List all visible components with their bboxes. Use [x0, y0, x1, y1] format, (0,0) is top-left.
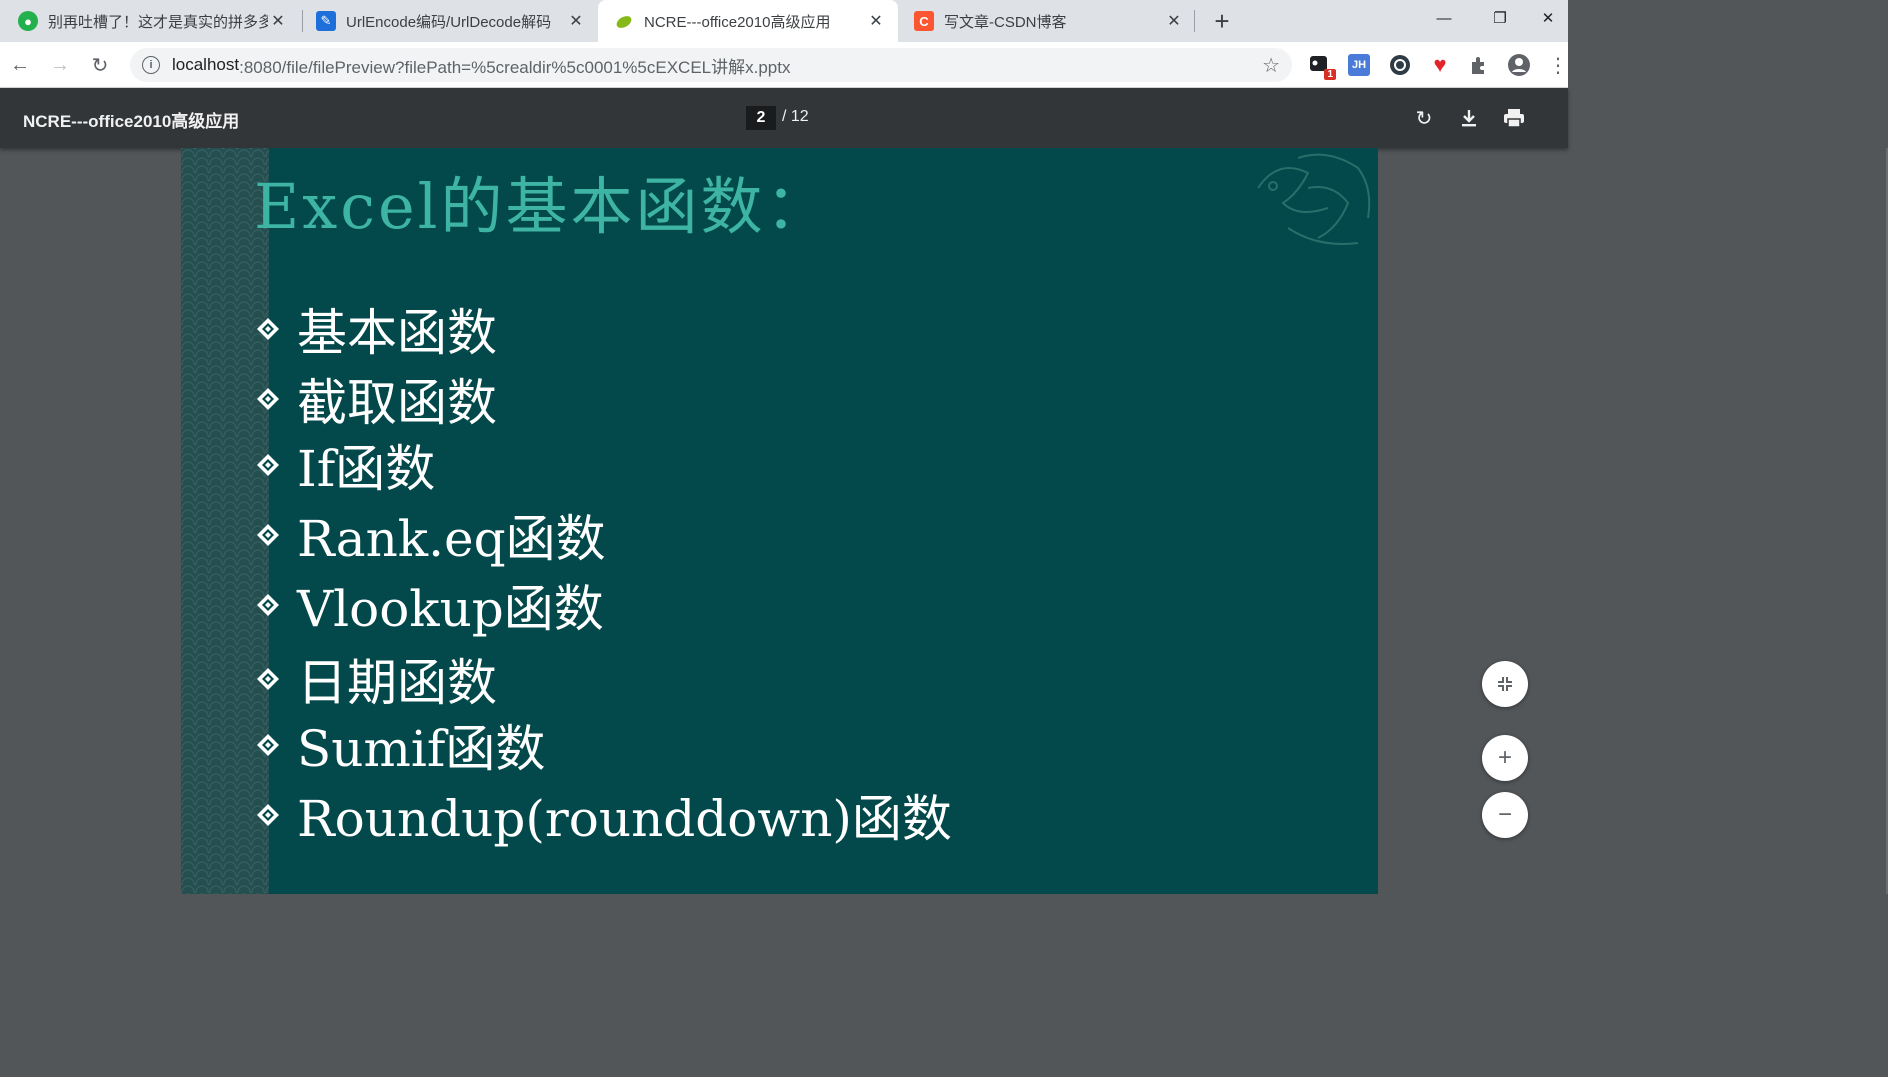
info-icon[interactable]: i [142, 56, 160, 74]
menu-kebab-icon[interactable]: ⋮ [1546, 53, 1570, 77]
diamond-bullet-icon [256, 733, 280, 757]
pencil-icon: ✎ [316, 11, 336, 31]
address-bar[interactable]: i localhost:8080/file/filePreview?filePa… [130, 48, 1292, 82]
close-tab-icon[interactable]: ✕ [866, 11, 886, 31]
back-button[interactable]: ← [4, 49, 36, 81]
document-title: NCRE---office2010高级应用 [23, 112, 240, 131]
diamond-bullet-icon [256, 523, 280, 547]
rotate-icon[interactable]: ↻ [1410, 104, 1438, 132]
slide-page: Excel的基本函数： 基本函数 截取函数 If函数 Rank.eq函数 Vlo… [181, 148, 1378, 894]
url-path: :8080/file/filePreview?filePath=%5creald… [239, 57, 791, 77]
page-total: / 12 [782, 108, 809, 125]
extension-badge-icon[interactable]: 1 [1308, 53, 1336, 80]
tab-title: 别再吐槽了！这才是真实的拼多多 [48, 13, 268, 31]
print-icon[interactable] [1500, 104, 1528, 132]
tab-divider [1194, 10, 1195, 32]
diamond-bullet-icon [256, 593, 280, 617]
extension-badge-count: 1 [1324, 69, 1336, 80]
bullet-text: Rank.eq函数 [297, 510, 606, 568]
puzzle-extensions-icon[interactable] [1467, 53, 1491, 77]
forward-button[interactable]: → [44, 49, 76, 81]
csdn-icon: C [914, 11, 934, 31]
bullet-text: 日期函数 [297, 654, 497, 712]
tab-ncre-office[interactable]: NCRE---office2010高级应用 ✕ [598, 0, 898, 42]
tab-title: UrlEncode编码/UrlDecode解码 [346, 13, 552, 31]
bullet-text: If函数 [297, 440, 436, 498]
tab-title: NCRE---office2010高级应用 [644, 13, 831, 31]
bullet-item: 日期函数 [256, 643, 497, 715]
phoenix-ornament-icon [1257, 153, 1371, 245]
browser-toolbar: ← → ↻ i localhost:8080/file/filePreview?… [0, 42, 1568, 88]
pdf-viewer-toolbar: NCRE---office2010高级应用 2 / 12 ↻ [0, 88, 1568, 148]
new-tab-button[interactable]: + [1206, 5, 1238, 37]
tab-csdn[interactable]: C 写文章-CSDN博客 ✕ [898, 0, 1196, 42]
bullet-text: 截取函数 [297, 374, 497, 432]
tab-urlencode[interactable]: ✎ UrlEncode编码/UrlDecode解码 ✕ [300, 0, 598, 42]
diamond-bullet-icon [256, 803, 280, 827]
diamond-bullet-icon [256, 387, 280, 411]
bullet-item: If函数 [256, 429, 435, 501]
bullet-item: 截取函数 [256, 363, 497, 435]
jh-extension-label: JH [1351, 59, 1367, 71]
bookmark-star-icon[interactable]: ☆ [1262, 53, 1280, 78]
bullet-text: Sumif函数 [297, 720, 546, 778]
close-tab-icon[interactable]: ✕ [566, 11, 586, 31]
bullet-text: Roundup(rounddown)函数 [297, 790, 952, 848]
page-number-input[interactable]: 2 [746, 106, 776, 130]
close-tab-icon[interactable]: ✕ [268, 11, 288, 31]
slide-title: Excel的基本函数： [254, 170, 831, 243]
diamond-bullet-icon [256, 317, 280, 341]
bullet-text: 基本函数 [297, 304, 497, 362]
tab-title: 写文章-CSDN博客 [944, 13, 1067, 31]
wechat-icon: ● [18, 11, 38, 31]
diamond-bullet-icon [256, 667, 280, 691]
minimize-button[interactable]: — [1416, 0, 1472, 36]
bullet-item: Roundup(rounddown)函数 [256, 779, 952, 851]
heart-extension-icon[interactable]: ♥ [1428, 52, 1452, 77]
jh-extension-icon[interactable]: JH [1348, 54, 1370, 76]
diamond-bullet-icon [256, 453, 280, 477]
tab-strip: ● 别再吐槽了！这才是真实的拼多多 ✕ ✎ UrlEncode编码/UrlDec… [0, 0, 1568, 42]
bullet-item: Rank.eq函数 [256, 499, 606, 571]
tab-wechat-article[interactable]: ● 别再吐槽了！这才是真实的拼多多 ✕ [2, 0, 300, 42]
url-host: localhost [172, 55, 240, 74]
close-tab-icon[interactable]: ✕ [1164, 11, 1184, 31]
leaf-icon [614, 11, 634, 31]
collapse-icon [1498, 677, 1512, 691]
sync-extension-icon[interactable] [1388, 53, 1412, 77]
zoom-in-button[interactable]: + [1482, 735, 1528, 781]
download-icon[interactable] [1455, 104, 1483, 132]
bullet-item: 基本函数 [256, 293, 497, 365]
profile-avatar-icon[interactable] [1507, 53, 1531, 77]
restore-button[interactable]: ❐ [1472, 0, 1528, 36]
bullet-item: Vlookup函数 [256, 569, 604, 641]
zoom-out-button[interactable]: − [1482, 792, 1528, 838]
bullet-item: Sumif函数 [256, 709, 545, 781]
reload-button[interactable]: ↻ [84, 49, 116, 81]
fit-to-page-button[interactable] [1482, 661, 1528, 707]
bullet-text: Vlookup函数 [297, 580, 604, 638]
close-window-button[interactable]: ✕ [1528, 0, 1568, 36]
